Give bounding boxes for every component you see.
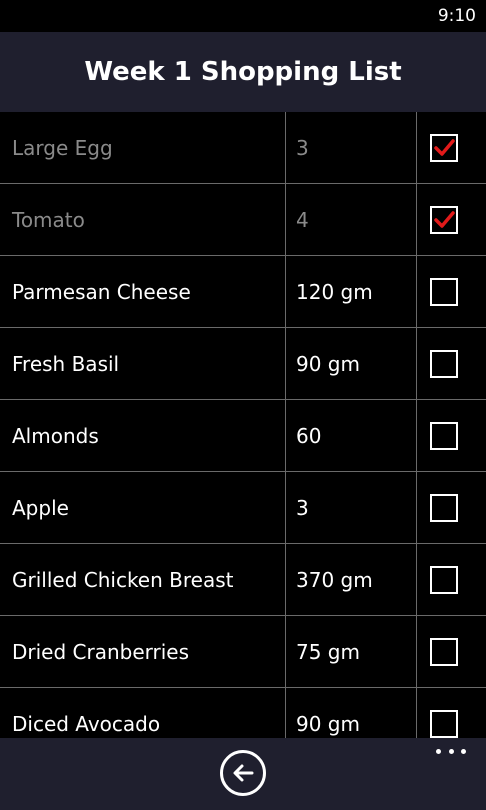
item-quantity: 90 gm	[296, 712, 360, 736]
list-row: Diced Avocado 90 gm	[0, 688, 486, 738]
app-bar	[0, 738, 486, 810]
item-checkbox[interactable]	[430, 638, 458, 666]
item-name: Fresh Basil	[12, 352, 120, 376]
back-arrow-icon	[233, 764, 254, 782]
status-bar: 9:10	[0, 0, 486, 32]
list-row: Large Egg 3	[0, 112, 486, 184]
item-checkbox[interactable]	[430, 494, 458, 522]
item-quantity: 90 gm	[296, 352, 360, 376]
ellipsis-icon	[436, 748, 441, 754]
list-row: Tomato 4	[0, 184, 486, 256]
item-checkbox[interactable]	[430, 206, 458, 234]
status-time: 9:10	[437, 6, 476, 26]
ellipsis-icon	[448, 748, 454, 754]
item-name: Apple	[12, 496, 69, 520]
item-checkbox[interactable]	[430, 278, 458, 306]
item-quantity: 3	[296, 496, 309, 520]
item-checkbox[interactable]	[430, 710, 458, 738]
item-name: Almonds	[12, 424, 99, 448]
page-header: Week 1 Shopping List	[0, 32, 486, 112]
shopping-list: Large Egg 3 Tomato 4 Parmesan Cheese 120…	[0, 112, 486, 738]
list-row: Parmesan Cheese 120 gm	[0, 256, 486, 328]
item-quantity: 4	[296, 208, 309, 232]
item-name: Tomato	[12, 208, 85, 232]
item-checkbox[interactable]	[430, 134, 458, 162]
item-quantity: 75 gm	[296, 640, 360, 664]
item-name: Dried Cranberries	[12, 640, 190, 664]
item-quantity: 370 gm	[296, 568, 373, 592]
item-name: Diced Avocado	[12, 712, 161, 736]
list-row: Dried Cranberries 75 gm	[0, 616, 486, 688]
item-checkbox[interactable]	[430, 566, 458, 594]
item-checkbox[interactable]	[430, 422, 458, 450]
back-button[interactable]	[220, 750, 266, 796]
item-name: Grilled Chicken Breast	[12, 568, 234, 592]
item-name: Parmesan Cheese	[12, 280, 191, 304]
item-quantity: 60	[296, 424, 322, 448]
check-mark-icon	[434, 139, 455, 156]
item-name: Large Egg	[12, 136, 113, 160]
item-quantity: 120 gm	[296, 280, 373, 304]
list-row: Apple 3	[0, 472, 486, 544]
column-divider	[416, 112, 417, 738]
page-title: Week 1 Shopping List	[84, 57, 402, 87]
ellipsis-icon	[461, 748, 466, 754]
list-row: Fresh Basil 90 gm	[0, 328, 486, 400]
list-row: Almonds 60	[0, 400, 486, 472]
item-checkbox[interactable]	[430, 350, 458, 378]
item-quantity: 3	[296, 136, 309, 160]
column-divider	[285, 112, 286, 738]
list-row: Grilled Chicken Breast 370 gm	[0, 544, 486, 616]
check-mark-icon	[434, 211, 455, 228]
more-options-button[interactable]	[436, 744, 466, 758]
